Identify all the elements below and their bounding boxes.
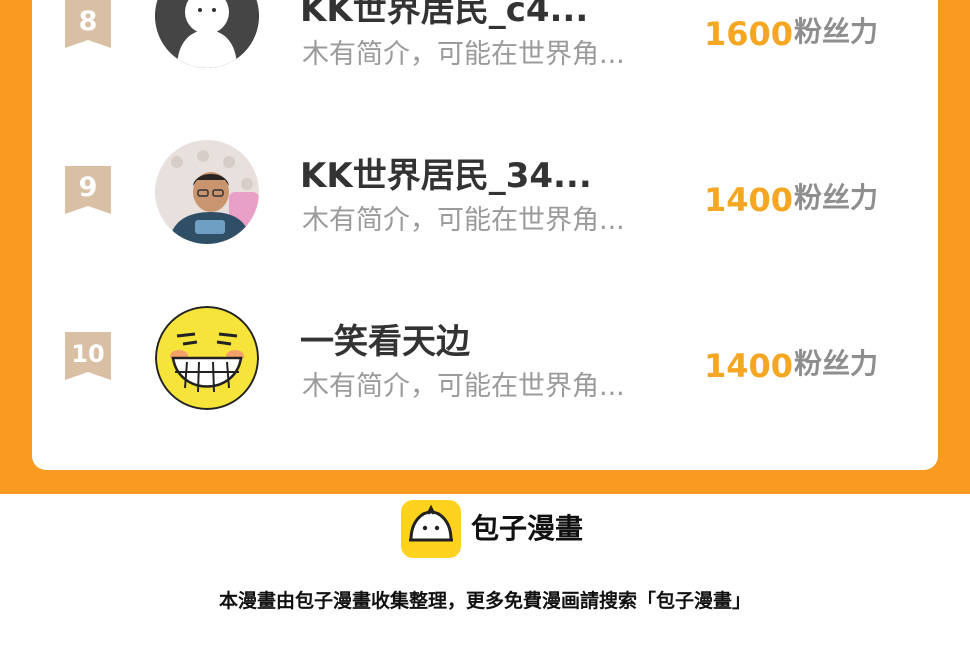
brand-name: 包子漫畫 bbox=[471, 512, 584, 545]
baozi-bun-logo-icon bbox=[401, 500, 461, 558]
fan-score-unit: 粉丝力 bbox=[794, 15, 879, 48]
fan-score: 1600 bbox=[704, 15, 794, 53]
rank-number: 9 bbox=[78, 172, 98, 203]
leaderboard-card: 8 KK世界居民_c4... 木有简介，可能在世界角... 1600 粉丝力 9… bbox=[32, 0, 938, 470]
user-name[interactable]: KK世界居民_34... bbox=[300, 156, 592, 196]
footer-notice: 本漫畫由包子漫畫收集整理，更多免費漫画請搜索「包子漫畫」 bbox=[218, 590, 751, 612]
rank-number: 8 bbox=[78, 6, 98, 37]
fan-score-unit: 粉丝力 bbox=[794, 347, 879, 380]
rank-number: 10 bbox=[71, 340, 105, 368]
user-bio: 木有简介，可能在世界角... bbox=[302, 205, 625, 236]
grinning-emoji-avatar[interactable] bbox=[155, 306, 259, 410]
user-name[interactable]: 一笑看天边 bbox=[300, 322, 470, 362]
user-name[interactable]: KK世界居民_c4... bbox=[300, 0, 588, 30]
leaderboard-row[interactable]: 10 一笑看天边 木有简介，可能在世界角... 1400 粉丝力 bbox=[32, 302, 938, 412]
leaderboard-page: 8 KK世界居民_c4... 木有简介，可能在世界角... 1600 粉丝力 9… bbox=[0, 0, 970, 654]
rank-badge: 10 bbox=[65, 332, 111, 380]
user-bio: 木有简介，可能在世界角... bbox=[302, 371, 625, 402]
orange-frame: 8 KK世界居民_c4... 木有简介，可能在世界角... 1600 粉丝力 9… bbox=[0, 0, 970, 494]
rank-badge: 9 bbox=[65, 166, 111, 214]
rank-badge: 8 bbox=[65, 0, 111, 48]
leaderboard-row[interactable]: 9 KK世界居民_34... 木有简介，可能在世界角... 1400 粉丝力 bbox=[32, 136, 938, 246]
fan-score: 1400 bbox=[704, 181, 794, 219]
fan-score-unit: 粉丝力 bbox=[794, 181, 879, 214]
child-photo-avatar[interactable] bbox=[155, 140, 259, 244]
user-bio: 木有简介，可能在世界角... bbox=[302, 39, 625, 70]
leaderboard-row[interactable]: 8 KK世界居民_c4... 木有简介，可能在世界角... 1600 粉丝力 bbox=[32, 0, 938, 80]
ghost-silhouette-avatar-icon[interactable] bbox=[155, 0, 259, 68]
fan-score: 1400 bbox=[704, 347, 794, 385]
